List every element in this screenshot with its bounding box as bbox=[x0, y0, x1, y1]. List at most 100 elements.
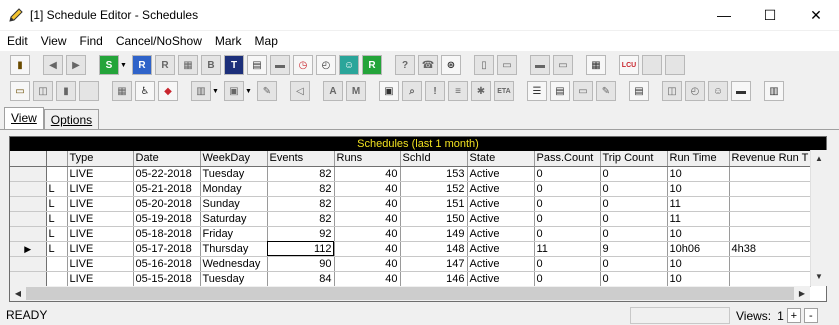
cell-runs[interactable]: 40 bbox=[334, 226, 401, 242]
cell-events[interactable]: 92 bbox=[267, 226, 335, 242]
cell-date[interactable]: 05-17-2018 bbox=[133, 241, 201, 257]
cell-trip-count[interactable]: 0 bbox=[600, 211, 668, 227]
menu-edit[interactable]: Edit bbox=[0, 31, 34, 51]
cell-pass-count[interactable]: 0 bbox=[534, 271, 601, 287]
clock-history-icon[interactable]: ◴ bbox=[685, 81, 705, 101]
cell-run-time[interactable]: 10 bbox=[667, 226, 730, 242]
menu-mark[interactable]: Mark bbox=[208, 31, 248, 51]
save-icon[interactable]: ▣ bbox=[224, 81, 244, 101]
cell-type[interactable]: LIVE bbox=[67, 226, 134, 242]
cell-state[interactable]: Active bbox=[467, 271, 535, 287]
cell-revenue[interactable] bbox=[729, 271, 812, 287]
cell-events[interactable]: 90 bbox=[267, 256, 335, 272]
search-icon[interactable]: ⌕ bbox=[402, 81, 422, 101]
column-header-state[interactable]: State bbox=[467, 151, 535, 167]
cell-type[interactable]: LIVE bbox=[67, 256, 134, 272]
list-icon[interactable]: ≡ bbox=[448, 81, 468, 101]
menu-cancel-noshow[interactable]: Cancel/NoShow bbox=[109, 31, 208, 51]
menu-view[interactable]: View bbox=[34, 31, 73, 51]
row-indicator[interactable] bbox=[10, 196, 47, 212]
cell-pass-count[interactable]: 0 bbox=[534, 166, 601, 182]
table-row[interactable]: L LIVE 05-18-2018 Friday 92 40 149 Active 0 0 10 bbox=[10, 226, 812, 242]
cell-type[interactable]: LIVE bbox=[67, 211, 134, 227]
cell-lock[interactable]: L bbox=[46, 181, 68, 197]
column-header-run-time[interactable]: Run Time bbox=[667, 151, 730, 167]
cell-weekday[interactable]: Thursday bbox=[200, 241, 268, 257]
chevron-down-icon-3[interactable]: ▼ bbox=[244, 81, 253, 101]
cell-weekday[interactable]: Sunday bbox=[200, 196, 268, 212]
cell-runs[interactable]: 40 bbox=[334, 181, 401, 197]
route-r-icon[interactable]: R bbox=[362, 55, 382, 75]
cell-trip-count[interactable]: 9 bbox=[600, 241, 668, 257]
square-icon-2[interactable] bbox=[665, 55, 685, 75]
cell-events[interactable]: 82 bbox=[267, 211, 335, 227]
open-folder-icon[interactable]: ▭ bbox=[10, 81, 30, 101]
cell-run-time[interactable]: 10 bbox=[667, 271, 730, 287]
text-icon[interactable]: A bbox=[323, 81, 343, 101]
cell-date[interactable]: 05-21-2018 bbox=[133, 181, 201, 197]
checklist-icon[interactable]: ☰ bbox=[527, 81, 547, 101]
cell-pass-count[interactable]: 0 bbox=[534, 181, 601, 197]
cell-run-time[interactable]: 10 bbox=[667, 181, 730, 197]
cell-revenue[interactable]: 4h38 bbox=[729, 241, 812, 257]
cell-state[interactable]: Active bbox=[467, 256, 535, 272]
tape-icon[interactable]: ▭ bbox=[553, 55, 573, 75]
copy-icon[interactable]: ◫ bbox=[33, 81, 53, 101]
alarm-clock-icon[interactable]: ◷ bbox=[293, 55, 313, 75]
cell-weekday[interactable]: Monday bbox=[200, 181, 268, 197]
maximize-button[interactable]: ☐ bbox=[747, 0, 793, 31]
lcu-icon[interactable]: LCU bbox=[619, 55, 639, 75]
close-button[interactable]: ✕ bbox=[793, 0, 839, 31]
horizontal-scrollbar[interactable]: ◀ ▶ bbox=[10, 286, 810, 301]
column-header-weekday[interactable]: WeekDay bbox=[200, 151, 268, 167]
tab-options[interactable]: Options bbox=[43, 109, 100, 129]
truck-icon[interactable]: ▬ bbox=[530, 55, 550, 75]
cell-date[interactable]: 05-20-2018 bbox=[133, 196, 201, 212]
gear-icon[interactable]: ✱ bbox=[471, 81, 491, 101]
cell-trip-count[interactable]: 0 bbox=[600, 226, 668, 242]
schedule-s-icon[interactable]: S bbox=[99, 55, 119, 75]
cell-type[interactable]: LIVE bbox=[67, 271, 134, 287]
bus-icon[interactable]: ▬ bbox=[270, 55, 290, 75]
column-header-schid[interactable]: SchId bbox=[400, 151, 468, 167]
column-header-pass-count[interactable]: Pass.Count bbox=[534, 151, 601, 167]
chevron-down-icon[interactable]: ▼ bbox=[119, 55, 128, 75]
cell-schid[interactable]: 148 bbox=[400, 241, 468, 257]
cell-lock[interactable]: L bbox=[46, 196, 68, 212]
cell-events[interactable]: 82 bbox=[267, 181, 335, 197]
calendar-icon[interactable]: ▦ bbox=[178, 55, 198, 75]
table-icon[interactable]: T bbox=[224, 55, 244, 75]
cell-pass-count[interactable]: 0 bbox=[534, 256, 601, 272]
cell-run-time[interactable]: 11 bbox=[667, 211, 730, 227]
cell-weekday[interactable]: Tuesday bbox=[200, 271, 268, 287]
square-icon[interactable] bbox=[642, 55, 662, 75]
views-minus-button[interactable]: - bbox=[803, 308, 818, 323]
views-plus-button[interactable]: + bbox=[786, 308, 801, 323]
cell-lock[interactable]: L bbox=[46, 241, 68, 257]
cell-weekday[interactable]: Tuesday bbox=[200, 166, 268, 182]
cell-events[interactable]: 84 bbox=[267, 271, 335, 287]
cell-weekday[interactable]: Friday bbox=[200, 226, 268, 242]
cell-events[interactable]: 82 bbox=[267, 196, 335, 212]
cell-type[interactable]: LIVE bbox=[67, 181, 134, 197]
cell-runs[interactable]: 40 bbox=[334, 256, 401, 272]
cell-schid[interactable]: 146 bbox=[400, 271, 468, 287]
people-icon[interactable]: ☺ bbox=[339, 55, 359, 75]
scroll-down-icon[interactable]: ▼ bbox=[811, 268, 827, 285]
column-header-runs[interactable]: Runs bbox=[334, 151, 401, 167]
split-icon[interactable]: ▥ bbox=[191, 81, 211, 101]
speaker-icon[interactable]: ◁ bbox=[290, 81, 310, 101]
cell-lock[interactable] bbox=[46, 256, 68, 272]
cell-runs[interactable]: 40 bbox=[334, 211, 401, 227]
row-indicator[interactable] bbox=[10, 271, 47, 287]
column-header-revenue-run-time[interactable]: Revenue Run T bbox=[729, 151, 812, 167]
row-indicator[interactable] bbox=[10, 226, 47, 242]
copy-pages-icon[interactable]: ◫ bbox=[662, 81, 682, 101]
cell-revenue[interactable] bbox=[729, 226, 812, 242]
cell-lock[interactable]: L bbox=[46, 226, 68, 242]
cell-date[interactable]: 05-19-2018 bbox=[133, 211, 201, 227]
phone-icon[interactable]: ☎ bbox=[418, 55, 438, 75]
cell-type[interactable]: LIVE bbox=[67, 196, 134, 212]
scroll-right-icon[interactable]: ▶ bbox=[794, 285, 810, 302]
badge-icon[interactable]: B bbox=[201, 55, 221, 75]
